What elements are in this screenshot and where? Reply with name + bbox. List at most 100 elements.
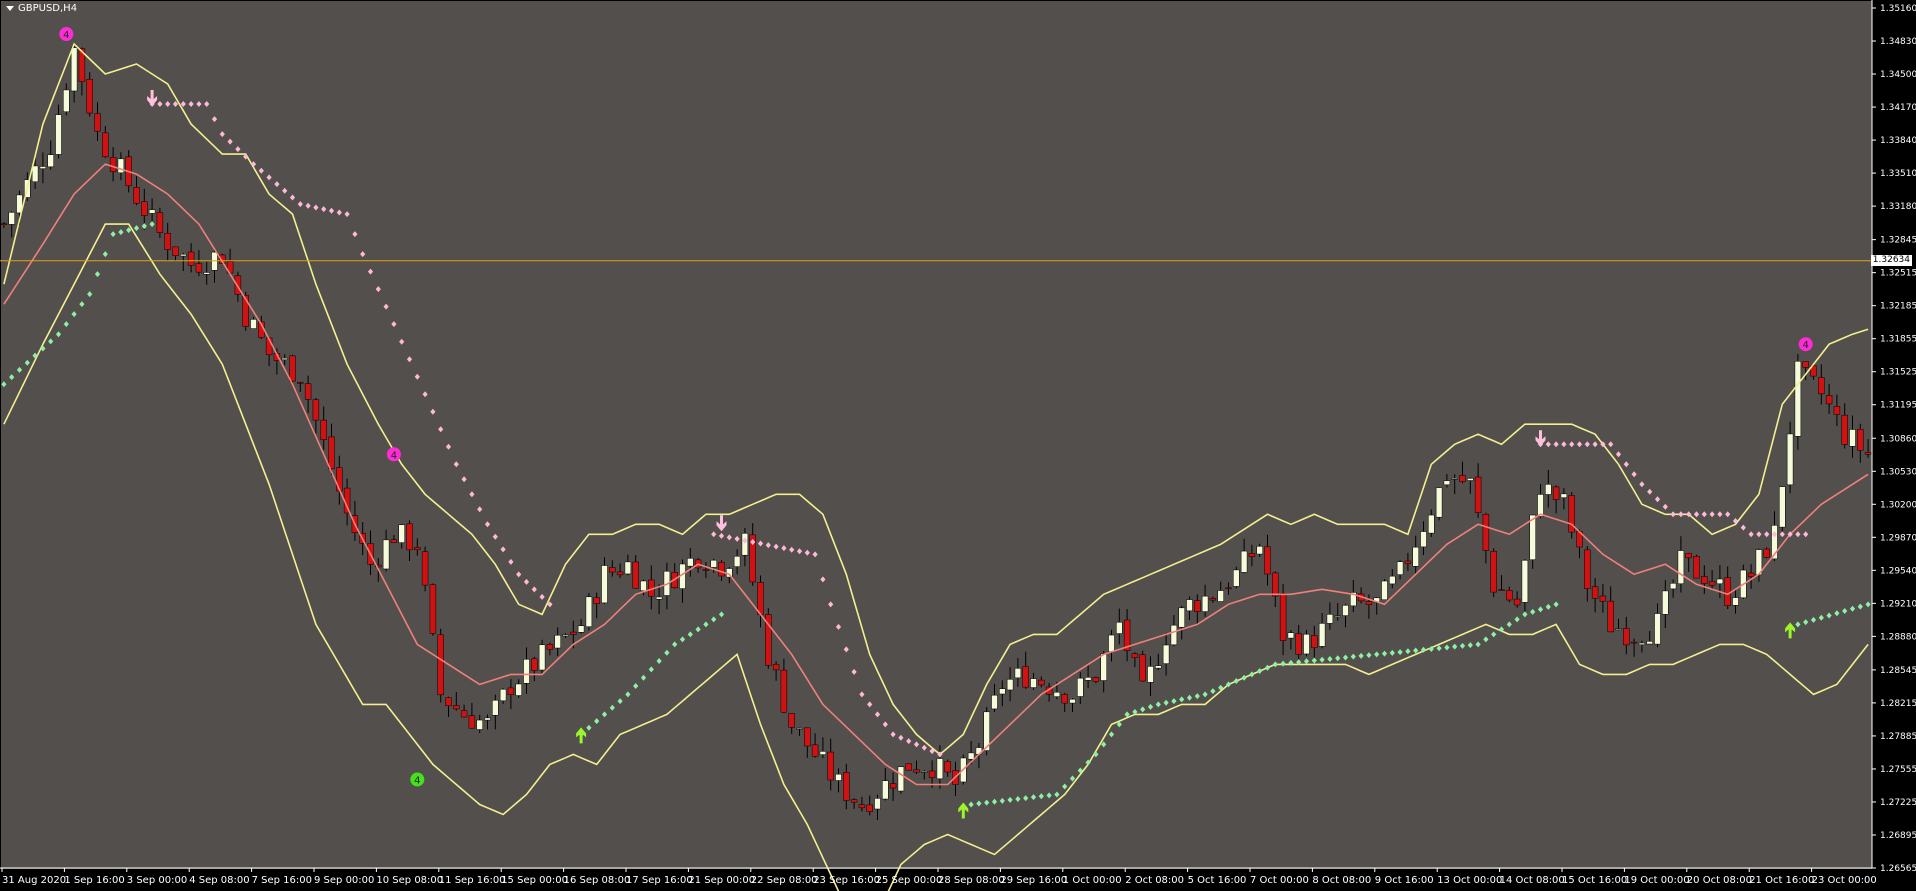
candle-bull[interactable] xyxy=(1560,493,1568,498)
candle-bull[interactable] xyxy=(1108,634,1115,652)
candle-bull[interactable] xyxy=(1053,691,1061,697)
candle-bull[interactable] xyxy=(1521,560,1529,603)
candle-bull[interactable] xyxy=(1077,677,1084,697)
candle-bear[interactable] xyxy=(460,710,468,718)
candle-bear[interactable] xyxy=(1209,598,1217,601)
candle-bear[interactable] xyxy=(429,584,437,634)
candle-bull[interactable] xyxy=(31,165,39,182)
candle-bull[interactable] xyxy=(180,253,187,257)
candle-bear[interactable] xyxy=(1802,361,1809,368)
candle-bear[interactable] xyxy=(421,551,429,586)
candle-bear[interactable] xyxy=(1038,679,1045,686)
candle-bull[interactable] xyxy=(1428,514,1435,534)
candle-bear[interactable] xyxy=(827,751,834,781)
dropdown-triangle-icon[interactable] xyxy=(6,6,14,11)
candle-bear[interactable] xyxy=(1248,553,1256,557)
candle-bear[interactable] xyxy=(1498,589,1505,591)
candle-bear[interactable] xyxy=(234,275,242,295)
candle-bull[interactable] xyxy=(1318,623,1326,647)
candle-bull[interactable] xyxy=(874,798,881,810)
candle-bear[interactable] xyxy=(718,562,725,577)
candle-bear[interactable] xyxy=(1022,666,1029,688)
candle-bull[interactable] xyxy=(1201,595,1209,612)
candle-bear[interactable] xyxy=(843,772,850,801)
candle-bear[interactable] xyxy=(390,539,398,543)
candle-bull[interactable] xyxy=(991,694,998,710)
candle-bull[interactable] xyxy=(1545,484,1552,495)
candle-bull[interactable] xyxy=(523,659,530,684)
candle-bull[interactable] xyxy=(1069,698,1076,704)
candle-bear[interactable] xyxy=(102,132,109,158)
candle-bear[interactable] xyxy=(1623,628,1630,646)
candle-bear[interactable] xyxy=(850,799,858,803)
candle-bull[interactable] xyxy=(1326,614,1334,624)
candle-bull[interactable] xyxy=(577,625,585,633)
candle-bull[interactable] xyxy=(492,699,499,716)
candle-bull[interactable] xyxy=(1537,494,1544,517)
candle-bull[interactable] xyxy=(1147,666,1154,683)
candle-bull[interactable] xyxy=(1529,514,1536,560)
candle-bear[interactable] xyxy=(632,561,639,589)
candle-bear[interactable] xyxy=(811,744,819,757)
candle-bear[interactable] xyxy=(141,201,148,216)
candle-bull[interactable] xyxy=(882,780,889,800)
candle-bear[interactable] xyxy=(172,246,179,256)
candle-bull[interactable] xyxy=(1638,642,1646,646)
candle-bull[interactable] xyxy=(1646,641,1653,645)
candle-bull[interactable] xyxy=(554,634,561,649)
candle-bull[interactable] xyxy=(1233,569,1240,587)
candle-bear[interactable] xyxy=(406,523,413,551)
candle-bear[interactable] xyxy=(1864,452,1872,455)
candle-bull[interactable] xyxy=(1467,478,1474,481)
candle-bear[interactable] xyxy=(788,713,795,728)
candle-bear[interactable] xyxy=(453,705,460,710)
candle-bull[interactable] xyxy=(1162,644,1170,664)
candle-bull[interactable] xyxy=(39,166,47,169)
candle-bear[interactable] xyxy=(593,597,600,604)
candle-bull[interactable] xyxy=(538,644,546,671)
candle-bear[interactable] xyxy=(1092,677,1100,682)
candle-bull[interactable] xyxy=(1786,433,1794,486)
candle-bull[interactable] xyxy=(1654,613,1661,645)
candle-bear[interactable] xyxy=(804,727,811,747)
candle-bull[interactable] xyxy=(1256,546,1263,555)
candle-bear[interactable] xyxy=(1272,572,1279,597)
candle-bull[interactable] xyxy=(1287,632,1295,639)
candle-bull[interactable] xyxy=(1669,583,1677,590)
candle-bear[interactable] xyxy=(1279,593,1287,641)
candle-bull[interactable] xyxy=(1100,653,1107,681)
candle-bear[interactable] xyxy=(445,697,452,707)
candle-bear[interactable] xyxy=(1607,600,1614,633)
candle-bear[interactable] xyxy=(304,383,312,400)
candle-bull[interactable] xyxy=(624,561,632,575)
candle-bear[interactable] xyxy=(1311,635,1318,649)
candle-bear[interactable] xyxy=(1747,572,1755,577)
candle-bear[interactable] xyxy=(1708,581,1716,586)
candle-bull[interactable] xyxy=(117,158,125,174)
candle-bull[interactable] xyxy=(63,89,70,112)
candle-bear[interactable] xyxy=(1833,406,1841,415)
candle-bear[interactable] xyxy=(1482,514,1490,551)
candle-bear[interactable] xyxy=(616,571,624,576)
candle-bull[interactable] xyxy=(1794,361,1802,437)
candle-bull[interactable] xyxy=(148,209,156,214)
candle-bull[interactable] xyxy=(640,580,647,591)
candle-bull[interactable] xyxy=(819,751,827,755)
candle-bear[interactable] xyxy=(1295,633,1302,655)
candle-bull[interactable] xyxy=(70,47,78,92)
candle-bear[interactable] xyxy=(1552,486,1560,500)
candle-bear[interactable] xyxy=(0,223,8,226)
candle-bull[interactable] xyxy=(936,758,944,780)
candle-bull[interactable] xyxy=(1615,628,1622,631)
candle-bull[interactable] xyxy=(1155,665,1162,669)
candle-bull[interactable] xyxy=(1342,605,1349,616)
candle-bear[interactable] xyxy=(570,631,577,635)
candle-bull[interactable] xyxy=(1779,486,1786,528)
candle-bull[interactable] xyxy=(1303,633,1310,655)
candle-bear[interactable] xyxy=(944,761,951,773)
candle-bull[interactable] xyxy=(921,771,928,773)
candle-bull[interactable] xyxy=(8,212,15,225)
candle-bull[interactable] xyxy=(687,558,694,567)
candle-bull[interactable] xyxy=(967,752,975,760)
candle-bear[interactable] xyxy=(889,783,897,789)
